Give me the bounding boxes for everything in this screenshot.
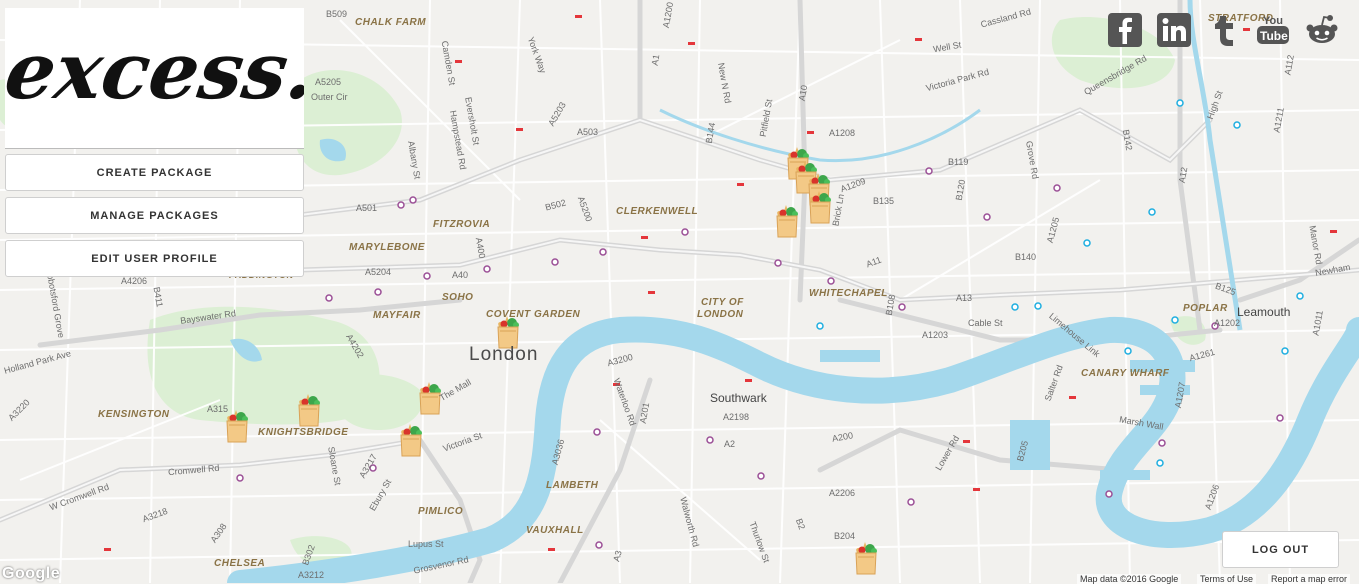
excess-logo[interactable]: excess. — [0, 8, 321, 148]
edit-user-profile-button[interactable]: EDIT USER PROFILE — [5, 240, 304, 277]
facebook-icon[interactable] — [1107, 12, 1143, 48]
youtube-you-text: You — [1263, 15, 1283, 27]
create-package-button[interactable]: CREATE PACKAGE — [5, 154, 304, 191]
reddit-icon[interactable] — [1304, 12, 1340, 48]
manage-packages-button[interactable]: MANAGE PACKAGES — [5, 197, 304, 234]
tumblr-icon[interactable] — [1206, 12, 1242, 48]
logo-text: excess. — [5, 25, 304, 117]
linkedin-icon[interactable] — [1156, 12, 1192, 48]
youtube-icon[interactable]: You Tube — [1255, 12, 1291, 48]
youtube-tube-text: Tube — [1260, 29, 1288, 43]
logo-panel: excess. — [0, 8, 321, 149]
log-out-button[interactable]: LOG OUT — [1222, 531, 1339, 568]
google-logo[interactable]: Google — [2, 565, 60, 583]
